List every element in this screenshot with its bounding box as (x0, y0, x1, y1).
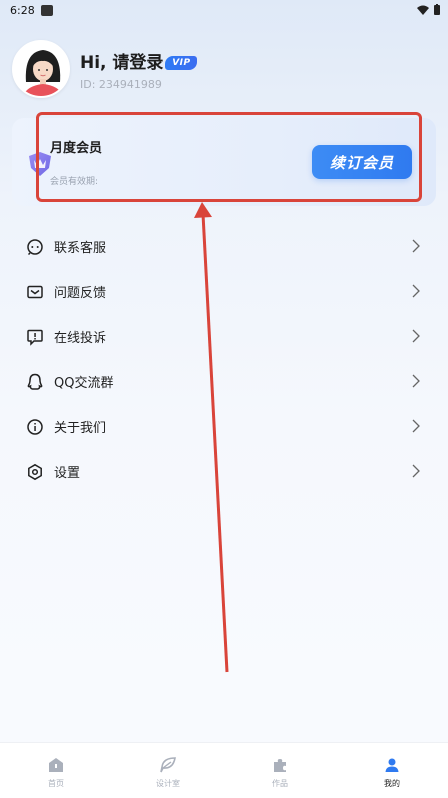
settings-menu: 联系客服 问题反馈 在线投诉 QQ交流群 关于我们 设置 (0, 224, 448, 494)
menu-item-customer-service[interactable]: 联系客服 (0, 224, 448, 269)
notification-app-icon (40, 4, 53, 16)
status-bar: 6:28 (0, 0, 448, 20)
settings-icon (26, 463, 44, 481)
chevron-right-icon (412, 374, 420, 388)
menu-item-feedback[interactable]: 问题反馈 (0, 269, 448, 314)
chevron-right-icon (412, 284, 420, 298)
user-id: ID: 234941989 (80, 78, 162, 91)
menu-item-label: QQ交流群 (54, 376, 114, 391)
tab-label: 作品 (272, 779, 288, 788)
renew-membership-button[interactable]: 续订会员 (312, 145, 412, 179)
menu-item-label: 关于我们 (54, 421, 107, 436)
avatar[interactable] (12, 40, 70, 98)
tab-label: 我的 (384, 779, 400, 788)
menu-item-qq-group[interactable]: QQ交流群 (0, 359, 448, 404)
avatar-illustration-icon (14, 42, 68, 96)
tab-mine[interactable]: 我的 (336, 743, 448, 798)
vip-badge: VIP (165, 55, 198, 70)
status-time: 6:28 (10, 3, 35, 17)
info-icon (26, 418, 44, 436)
membership-title: 月度会员 (50, 141, 103, 156)
mail-icon (26, 283, 44, 301)
menu-item-label: 问题反馈 (54, 286, 107, 301)
tab-label: 首页 (48, 779, 64, 788)
qq-icon (26, 373, 44, 391)
customer-service-icon (26, 238, 44, 256)
home-icon (47, 756, 65, 774)
chevron-right-icon (412, 419, 420, 433)
tab-label: 设计室 (156, 779, 180, 788)
tab-home[interactable]: 首页 (0, 743, 112, 798)
profile-header[interactable]: Hi, 请登录 VIP ID: 234941989 (12, 40, 312, 100)
chevron-right-icon (412, 239, 420, 253)
greeting-text[interactable]: Hi, 请登录 (80, 48, 163, 73)
menu-item-about[interactable]: 关于我们 (0, 404, 448, 449)
menu-item-settings[interactable]: 设置 (0, 449, 448, 494)
leaf-icon (159, 756, 177, 774)
menu-item-complaint[interactable]: 在线投诉 (0, 314, 448, 359)
bottom-tab-bar: 首页 设计室 作品 我的 (0, 742, 448, 798)
menu-item-label: 联系客服 (54, 241, 107, 256)
membership-expiry: 会员有效期: (50, 177, 99, 187)
chevron-right-icon (412, 464, 420, 478)
battery-icon (434, 4, 440, 15)
tab-works[interactable]: 作品 (224, 743, 336, 798)
wifi-icon (417, 5, 429, 15)
tab-design-room[interactable]: 设计室 (112, 743, 224, 798)
puzzle-icon (271, 756, 289, 774)
complaint-icon (26, 328, 44, 346)
login-greeting[interactable]: Hi, 请登录 VIP (80, 48, 198, 73)
menu-item-label: 设置 (54, 466, 81, 481)
menu-item-label: 在线投诉 (54, 331, 107, 346)
membership-card[interactable]: 月度会员 会员有效期: 续订会员 (12, 118, 436, 206)
chevron-right-icon (412, 329, 420, 343)
person-icon (383, 756, 401, 774)
status-indicators (417, 4, 440, 15)
